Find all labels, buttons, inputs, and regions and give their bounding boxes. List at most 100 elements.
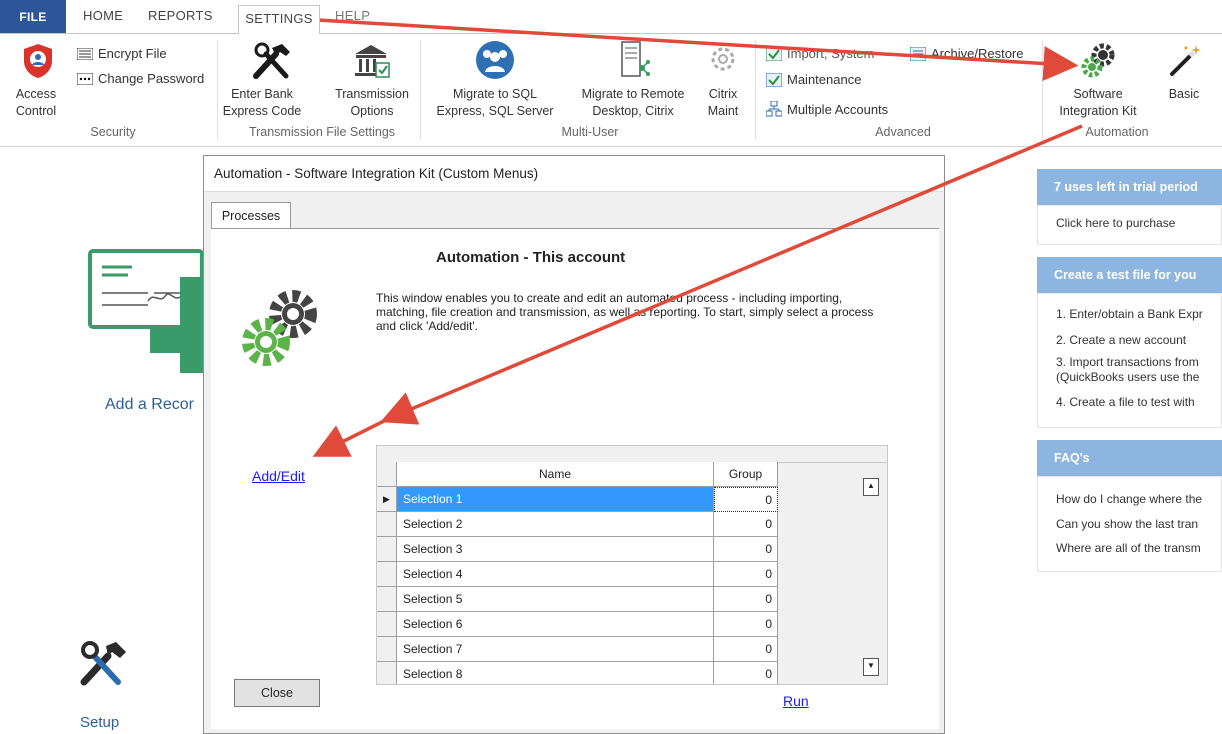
row-name-cell[interactable]: Selection 6 bbox=[397, 612, 714, 637]
current-row-indicator-icon[interactable]: ▶ bbox=[377, 487, 397, 512]
migrate-sql-button[interactable]: Migrate to SQL Express, SQL Server bbox=[426, 86, 564, 120]
column-header-name[interactable]: Name bbox=[397, 462, 714, 487]
tab-help[interactable]: HELP bbox=[335, 8, 370, 23]
row-name-cell[interactable]: Selection 1 bbox=[397, 487, 714, 512]
tab-settings[interactable]: SETTINGS bbox=[238, 5, 320, 34]
encrypt-file-button[interactable]: Encrypt File bbox=[77, 46, 167, 61]
process-grid: Name Group ▶ Selection 1 0 Selection 2 0 Sele… bbox=[376, 445, 888, 685]
trial-panel-header: 7 uses left in trial period bbox=[1037, 169, 1222, 205]
row-selector[interactable] bbox=[377, 537, 397, 562]
row-group-cell[interactable]: 0 bbox=[714, 487, 778, 512]
group-automation: Automation bbox=[1085, 125, 1149, 139]
accounts-tree-icon bbox=[766, 101, 782, 117]
row-group-cell[interactable]: 0 bbox=[714, 662, 778, 684]
close-button[interactable]: Close bbox=[234, 679, 320, 707]
tab-processes[interactable]: Processes bbox=[211, 202, 291, 230]
add-edit-link[interactable]: Add/Edit bbox=[252, 468, 305, 484]
row-group-cell[interactable]: 0 bbox=[714, 637, 778, 662]
table-row[interactable]: Selection 40 bbox=[377, 562, 781, 587]
table-row[interactable]: Selection 50 bbox=[377, 587, 781, 612]
import-icon bbox=[766, 46, 782, 61]
migrate-remote-button[interactable]: Migrate to Remote Desktop, Citrix bbox=[568, 86, 698, 120]
table-row[interactable]: Selection 60 bbox=[377, 612, 781, 637]
automation-gears-icon bbox=[242, 290, 317, 366]
step-item: (QuickBooks users use the bbox=[1056, 370, 1200, 384]
ribbon-tab-bar: FILE HOME REPORTS SETTINGS HELP bbox=[0, 0, 1222, 34]
faq-panel-header: FAQ's bbox=[1037, 440, 1222, 476]
ribbon-separator bbox=[420, 40, 421, 140]
transmission-options-button[interactable]: Transmission Options bbox=[327, 86, 417, 120]
users-icon[interactable] bbox=[475, 40, 515, 80]
citrix-maint-button[interactable]: Citrix Maint bbox=[700, 86, 746, 120]
row-group-cell[interactable]: 0 bbox=[714, 587, 778, 612]
table-row[interactable]: Selection 70 bbox=[377, 637, 781, 662]
server-icon[interactable] bbox=[614, 40, 650, 80]
table-row[interactable]: Selection 80 bbox=[377, 662, 781, 684]
table-row[interactable]: Selection 30 bbox=[377, 537, 781, 562]
row-group-cell[interactable]: 0 bbox=[714, 612, 778, 637]
row-selector[interactable] bbox=[377, 637, 397, 662]
archive-restore-button[interactable]: Archive/Restore bbox=[910, 46, 1023, 61]
scroll-up-icon[interactable]: ▲ bbox=[863, 478, 879, 496]
run-link[interactable]: Run bbox=[783, 693, 809, 709]
row-selector[interactable] bbox=[377, 612, 397, 637]
dialog-description: This window enables you to create and ed… bbox=[376, 291, 874, 333]
table-row[interactable]: ▶ Selection 10 bbox=[377, 487, 781, 512]
setup-tools-icon[interactable] bbox=[76, 640, 128, 690]
tab-file[interactable]: FILE bbox=[0, 0, 66, 34]
table-row[interactable]: Selection 20 bbox=[377, 512, 781, 537]
row-group-cell[interactable]: 0 bbox=[714, 512, 778, 537]
row-selector[interactable] bbox=[377, 587, 397, 612]
import-system-button[interactable]: Import, System bbox=[766, 46, 874, 61]
grid-scrollbar[interactable]: ▲ ▼ bbox=[857, 462, 887, 684]
enter-bank-express-code-button[interactable]: Enter Bank Express Code bbox=[222, 86, 302, 120]
group-security: Security bbox=[90, 125, 136, 139]
change-password-button[interactable]: Change Password bbox=[77, 71, 204, 86]
row-selector[interactable] bbox=[377, 662, 397, 684]
row-name-cell[interactable]: Selection 7 bbox=[397, 637, 714, 662]
row-name-cell[interactable]: Selection 4 bbox=[397, 562, 714, 587]
scroll-down-icon[interactable]: ▼ bbox=[863, 658, 879, 676]
faq-item[interactable]: Where are all of the transm bbox=[1038, 541, 1201, 555]
faq-item[interactable]: Can you show the last tran bbox=[1038, 517, 1198, 531]
access-control-label[interactable]: Access Control bbox=[8, 86, 64, 120]
step-item: 4. Create a file to test with bbox=[1056, 395, 1195, 409]
archive-icon bbox=[910, 46, 926, 61]
faq-panel: How do I change where the Can you show t… bbox=[1037, 476, 1222, 572]
access-control-icon[interactable] bbox=[20, 42, 56, 80]
add-record-label[interactable]: Add a Recor bbox=[105, 396, 194, 414]
multiple-accounts-button[interactable]: Multiple Accounts bbox=[766, 101, 888, 117]
setup-label[interactable]: Setup bbox=[80, 714, 119, 731]
faq-item[interactable]: How do I change where the bbox=[1038, 492, 1202, 506]
check-record-icon[interactable] bbox=[88, 243, 208, 373]
row-name-cell[interactable]: Selection 8 bbox=[397, 662, 714, 684]
row-selector[interactable] bbox=[377, 562, 397, 587]
bank-icon[interactable] bbox=[352, 43, 390, 79]
group-transmission-file-settings: Transmission File Settings bbox=[248, 125, 396, 139]
row-name-cell[interactable]: Selection 3 bbox=[397, 537, 714, 562]
gears-icon[interactable] bbox=[1078, 40, 1118, 80]
step-item: 2. Create a new account bbox=[1056, 333, 1187, 347]
ribbon-separator bbox=[755, 40, 756, 140]
row-name-cell[interactable]: Selection 5 bbox=[397, 587, 714, 612]
maintenance-button[interactable]: Maintenance bbox=[766, 72, 861, 87]
row-name-cell[interactable]: Selection 2 bbox=[397, 512, 714, 537]
citrix-gear-icon[interactable] bbox=[706, 42, 740, 76]
column-header-group[interactable]: Group bbox=[714, 462, 778, 487]
row-group-cell[interactable]: 0 bbox=[714, 537, 778, 562]
automation-dialog: Automation - Software Integration Kit (C… bbox=[203, 155, 945, 734]
processes-panel: Automation - This account This window en… bbox=[211, 228, 939, 729]
step-item: 1. Enter/obtain a Bank Expr bbox=[1056, 307, 1203, 321]
password-icon bbox=[77, 72, 93, 85]
dialog-title: Automation - Software Integration Kit (C… bbox=[204, 156, 944, 192]
magic-wand-icon[interactable] bbox=[1166, 42, 1202, 78]
tools-icon[interactable] bbox=[250, 42, 294, 82]
purchase-link[interactable]: Click here to purchase bbox=[1038, 216, 1175, 230]
tab-home[interactable]: HOME bbox=[83, 8, 123, 23]
basic-button[interactable]: Basic bbox=[1154, 86, 1214, 103]
software-integration-kit-button[interactable]: Software Integration Kit bbox=[1048, 86, 1148, 120]
row-group-cell[interactable]: 0 bbox=[714, 562, 778, 587]
tab-reports[interactable]: REPORTS bbox=[148, 8, 213, 23]
grid-header-row: Name Group bbox=[377, 462, 781, 487]
row-selector[interactable] bbox=[377, 512, 397, 537]
